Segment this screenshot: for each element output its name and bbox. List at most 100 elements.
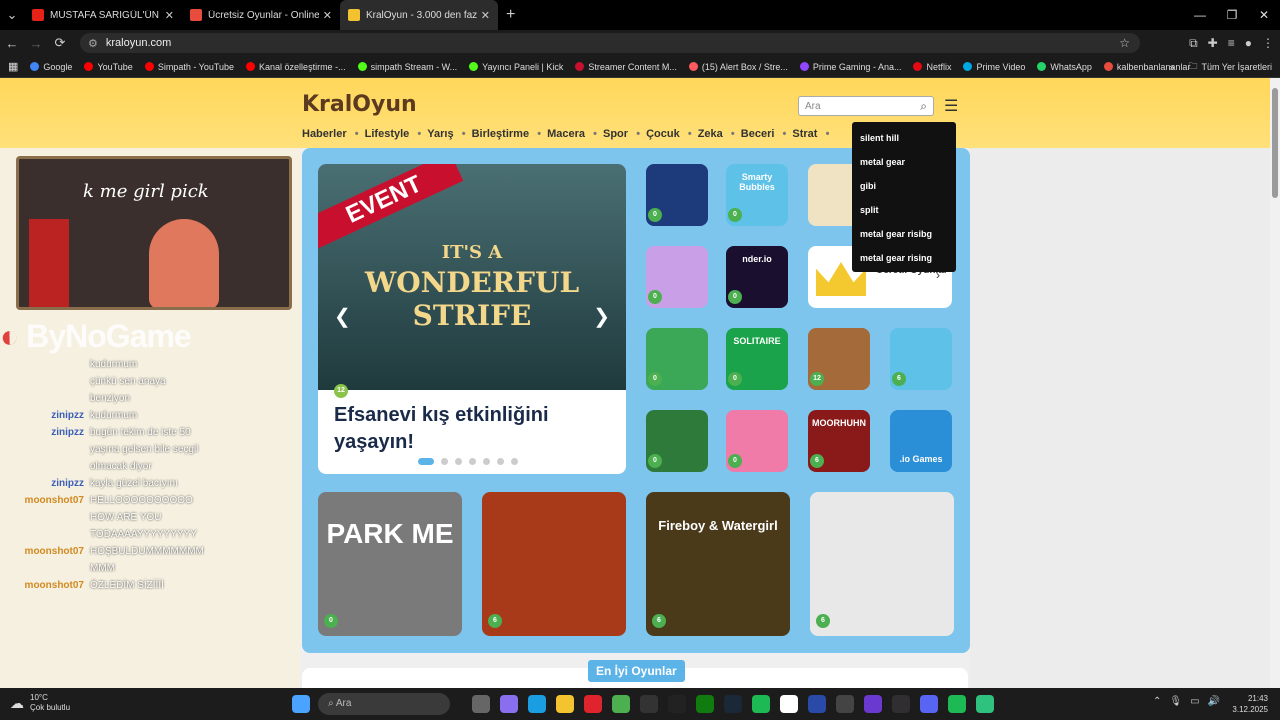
edge-icon[interactable]	[528, 695, 546, 713]
game-tile[interactable]: .io Games	[890, 410, 952, 472]
suggestion-item[interactable]: metal gear risibg	[860, 222, 948, 246]
site-logo[interactable]: KralOyun	[302, 92, 417, 117]
bookmark-item[interactable]: Yayıncı Paneli | Kick	[469, 62, 563, 72]
featured-game-tile[interactable]: 6	[482, 492, 626, 636]
close-window-button[interactable]: ✕	[1248, 0, 1280, 30]
steam-icon[interactable]	[724, 695, 742, 713]
clock[interactable]: 21:43 3.12.2025	[1232, 693, 1268, 715]
bookmark-item[interactable]: Streamer Content M...	[575, 62, 677, 72]
carousel-dot[interactable]	[511, 458, 518, 465]
category-link[interactable]: Lifestyle	[365, 128, 428, 140]
all-bookmarks-button[interactable]: 🗀 Tüm Yer İşaretleri	[1188, 59, 1272, 75]
category-link[interactable]: Birleştirme	[472, 128, 547, 140]
tab-close-icon[interactable]: ✕	[165, 9, 174, 22]
minimize-button[interactable]: —	[1184, 0, 1216, 30]
app-icon[interactable]	[976, 695, 994, 713]
suggestion-item[interactable]: split	[860, 198, 948, 222]
bookmark-item[interactable]: simpath Stream - W...	[357, 62, 457, 72]
capcut-icon[interactable]	[780, 695, 798, 713]
site-info-icon[interactable]: ⚙	[88, 37, 98, 50]
search-input[interactable]: Ara ⌕	[798, 96, 934, 116]
search-icon[interactable]: ⌕	[920, 99, 927, 114]
carousel-dot[interactable]	[469, 458, 476, 465]
featured-game-tile[interactable]: PARK ME 0	[318, 492, 462, 636]
carousel-dot[interactable]	[455, 458, 462, 465]
game-tile[interactable]: 0	[646, 246, 708, 308]
bookmark-item[interactable]: Netflix	[913, 62, 951, 72]
copilot-icon[interactable]	[500, 695, 518, 713]
browser-tab[interactable]: Ücretsiz Oyunlar - Online Oyun ✕	[182, 0, 340, 30]
weather-widget[interactable]: ☁ 10°C Çok bulutlu	[10, 693, 70, 713]
bookmark-item[interactable]: Kanal özelleştirme -...	[246, 62, 346, 72]
suggestion-item[interactable]: gibi	[860, 174, 948, 198]
game-tile[interactable]: SOLITAIRE 0	[726, 328, 788, 390]
start-icon[interactable]	[292, 695, 310, 713]
category-link[interactable]: Strat	[792, 128, 835, 140]
maximize-button[interactable]: ❐	[1216, 0, 1248, 30]
category-link[interactable]: Çocuk	[646, 128, 698, 140]
category-link[interactable]: Macera	[547, 128, 603, 140]
bookmark-item[interactable]: Google	[30, 62, 72, 72]
featured-game-tile[interactable]: 6	[810, 492, 954, 636]
kebab-menu-icon[interactable]: ⋮	[1262, 36, 1274, 50]
puzzle-icon[interactable]: ✚	[1208, 36, 1218, 50]
bookmark-item[interactable]: Simpath - YouTube	[144, 62, 234, 72]
app-icon[interactable]	[864, 695, 882, 713]
carousel-dot[interactable]	[497, 458, 504, 465]
epic-icon[interactable]	[640, 695, 658, 713]
discord-icon[interactable]	[920, 695, 938, 713]
carousel-dot[interactable]	[418, 458, 434, 465]
tab-close-icon[interactable]: ✕	[323, 9, 332, 22]
suggestion-item[interactable]: metal gear	[860, 150, 948, 174]
suggestion-item[interactable]: silent hill	[860, 126, 948, 150]
game-tile[interactable]: 6	[890, 328, 952, 390]
more-bookmarks-icon[interactable]: »	[1169, 62, 1174, 72]
game-tile[interactable]: 0	[646, 410, 708, 472]
game-tile[interactable]: 0	[726, 410, 788, 472]
task-view-icon[interactable]	[472, 695, 490, 713]
taskbar-search[interactable]: ⌕ Ara	[318, 693, 450, 715]
game-tile[interactable]: MOORHUHN 6	[808, 410, 870, 472]
app-icon[interactable]	[836, 695, 854, 713]
xbox-icon[interactable]	[696, 695, 714, 713]
game-tile[interactable]: 0	[646, 164, 708, 226]
mic-icon[interactable]: 🎙	[1169, 696, 1182, 707]
obs-icon[interactable]	[892, 695, 910, 713]
volume-icon[interactable]: 🔊	[1208, 696, 1220, 707]
display-icon[interactable]: ▭	[1190, 696, 1199, 707]
back-icon[interactable]: ←	[0, 36, 24, 51]
game-tile[interactable]: 0	[646, 328, 708, 390]
bookmark-item[interactable]: Prime Video	[963, 62, 1025, 72]
bookmark-item[interactable]: (15) Alert Box / Stre...	[688, 62, 788, 72]
scrollbar[interactable]	[1270, 78, 1280, 688]
suggestion-item[interactable]: metal gear rising	[860, 246, 948, 270]
carousel-dot[interactable]	[483, 458, 490, 465]
bookmark-item[interactable]: Prime Gaming - Ana...	[799, 62, 901, 72]
amazon-icon[interactable]	[668, 695, 686, 713]
category-link[interactable]: Haberler	[302, 128, 365, 140]
extension-icon[interactable]: ⧉	[1189, 36, 1198, 51]
game-tile[interactable]: Smarty Bubbles 0	[726, 164, 788, 226]
carousel-dot[interactable]	[441, 458, 448, 465]
carousel-next-icon[interactable]: ❯	[593, 304, 610, 329]
spotify-icon[interactable]	[752, 695, 770, 713]
reload-icon[interactable]: ⟳	[48, 35, 72, 51]
category-link[interactable]: Spor	[603, 128, 646, 140]
browser-tab[interactable]: KralOyun - 3.000 den fazla onli ✕	[340, 0, 498, 30]
explorer-icon[interactable]	[556, 695, 574, 713]
carousel-prev-icon[interactable]: ❮	[334, 304, 351, 329]
featured-game-tile[interactable]: Fireboy & Watergirl 6	[646, 492, 790, 636]
game-tile[interactable]: 12	[808, 328, 870, 390]
media-icon[interactable]: ≡	[1228, 36, 1235, 50]
opera-icon[interactable]	[584, 695, 602, 713]
category-link[interactable]: Yarış	[427, 128, 471, 140]
bookmark-item[interactable]: YouTube	[84, 62, 133, 72]
forward-icon[interactable]: →	[24, 36, 48, 51]
game-tile[interactable]: nder.io 0	[726, 246, 788, 308]
category-link[interactable]: Beceri	[741, 128, 793, 140]
bookmark-item[interactable]: WhatsApp	[1037, 62, 1092, 72]
new-tab-button[interactable]: +	[506, 6, 515, 24]
menu-search-icon[interactable]: ☰	[944, 96, 958, 116]
category-link[interactable]: Zeka	[698, 128, 741, 140]
tab-list-chevron-icon[interactable]: ⌄	[0, 7, 24, 23]
